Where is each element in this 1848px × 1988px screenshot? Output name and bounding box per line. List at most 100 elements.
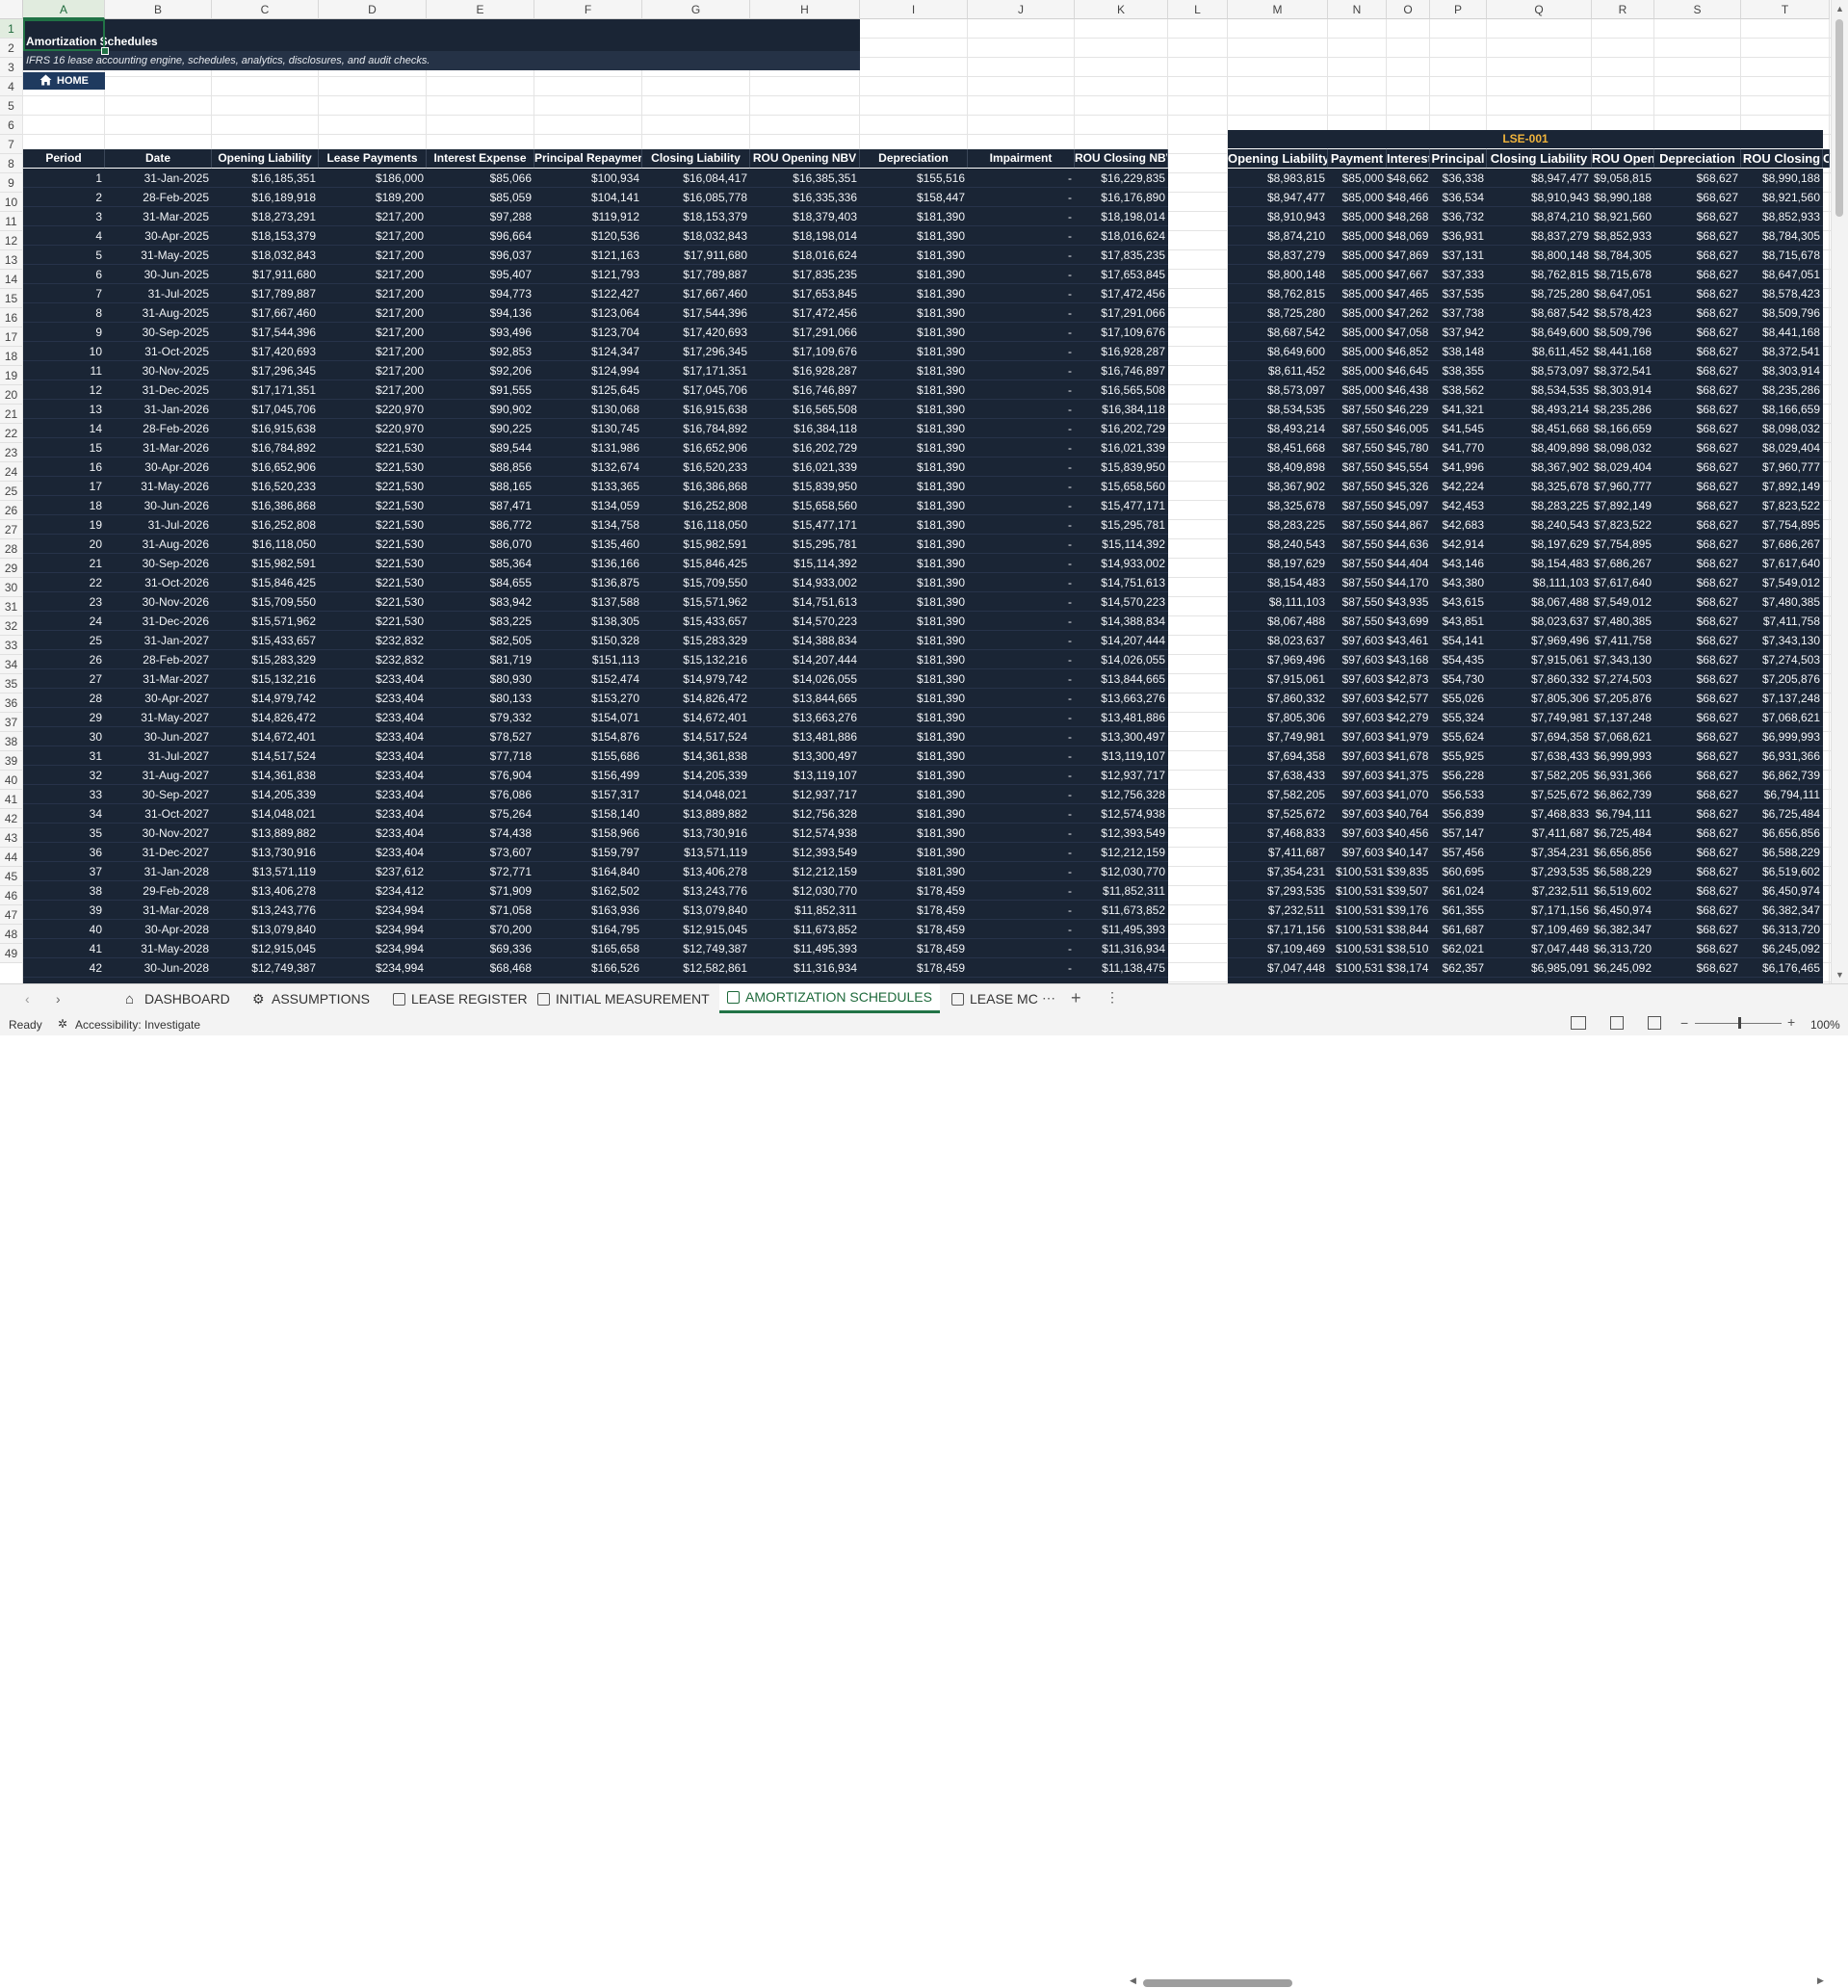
table-cell[interactable]: $12,574,938 (1075, 804, 1168, 824)
table-cell[interactable]: $8,611,452 (1487, 342, 1592, 361)
table-cell[interactable]: $13,844,665 (1075, 669, 1168, 689)
table-cell[interactable]: $41,545 (1430, 419, 1487, 438)
table-cell[interactable]: $42,453 (1430, 496, 1487, 515)
table-cell[interactable]: $12,756,328 (750, 804, 860, 824)
table-cell[interactable]: $38,174 (1387, 958, 1430, 978)
table-cell[interactable]: 31-May-2028 (105, 939, 212, 958)
table-cell[interactable]: $8,098,032 (1741, 419, 1823, 438)
row-header[interactable]: 23 (0, 443, 23, 462)
table-cell[interactable]: $8,573,097 (1228, 380, 1328, 400)
table-cell[interactable]: $38,148 (1430, 342, 1487, 361)
table-cell[interactable]: 42 (23, 958, 105, 978)
table-cell[interactable]: $11,852,311 (750, 901, 860, 920)
row-header[interactable]: 39 (0, 751, 23, 771)
table-cell[interactable]: $7,109,469 (1487, 920, 1592, 939)
row-header[interactable]: 40 (0, 771, 23, 790)
table-cell[interactable]: $68,627 (1654, 438, 1741, 458)
table-cell[interactable]: $68,627 (1654, 207, 1741, 226)
table-cell[interactable]: $93,496 (427, 323, 534, 342)
table-cell[interactable]: $8,023,637 (1228, 631, 1328, 650)
table-cell[interactable]: $37,333 (1430, 265, 1487, 284)
table-cell[interactable]: $68,627 (1654, 785, 1741, 804)
table-cell[interactable]: $14,026,055 (750, 669, 860, 689)
table-cell[interactable]: $89,544 (427, 438, 534, 458)
table-cell[interactable]: $181,390 (860, 323, 968, 342)
table-cell[interactable]: $68,627 (1654, 496, 1741, 515)
table-cell[interactable]: $6,931,366 (1741, 746, 1823, 766)
table-cell[interactable]: $181,390 (860, 766, 968, 785)
table-cell[interactable]: $17,911,680 (212, 265, 319, 284)
table-cell[interactable]: $46,229 (1387, 400, 1430, 419)
table-cell[interactable]: 31-Jan-2025 (105, 169, 212, 188)
table-cell[interactable]: $8,240,543 (1228, 535, 1328, 554)
table-cell[interactable]: $14,570,223 (1075, 592, 1168, 612)
table-cell[interactable]: $16,384,118 (1075, 400, 1168, 419)
table-cell[interactable]: $7,638,433 (1487, 746, 1592, 766)
row-header[interactable]: 45 (0, 867, 23, 886)
table-cell[interactable]: $164,795 (534, 920, 642, 939)
row-header[interactable]: 5 (0, 96, 23, 116)
table-cell[interactable]: $181,390 (860, 689, 968, 708)
table-cell[interactable]: $87,550 (1328, 477, 1387, 496)
table-cell[interactable]: $97,603 (1328, 650, 1387, 669)
table-cell[interactable]: $221,530 (319, 535, 427, 554)
table-cell[interactable]: $7,960,777 (1741, 458, 1823, 477)
table-cell[interactable]: - (968, 766, 1075, 785)
table-cell[interactable]: $217,200 (319, 284, 427, 303)
table-cell[interactable]: $14,933,002 (1075, 554, 1168, 573)
table-cell[interactable]: $85,000 (1328, 246, 1387, 265)
table-cell[interactable]: $11,138,475 (1075, 958, 1168, 978)
table-cell[interactable]: 30-Apr-2028 (105, 920, 212, 939)
table-cell[interactable]: 24 (23, 612, 105, 631)
row-header[interactable]: 4 (0, 77, 23, 96)
table-cell[interactable]: $87,550 (1328, 515, 1387, 535)
hscroll-right-icon[interactable]: ▶ (1817, 1975, 1824, 1986)
table-cell[interactable]: 14 (23, 419, 105, 438)
vertical-scroll-thumb[interactable] (1835, 19, 1843, 217)
table-cell[interactable]: - (968, 727, 1075, 746)
table-cell[interactable]: $14,361,838 (642, 746, 750, 766)
table-cell[interactable]: 9 (23, 323, 105, 342)
row-header[interactable]: 32 (0, 616, 23, 636)
table-cell[interactable]: $68,627 (1654, 958, 1741, 978)
table-cell[interactable]: - (968, 939, 1075, 958)
table-cell[interactable]: $14,517,524 (212, 746, 319, 766)
table-cell[interactable]: $181,390 (860, 708, 968, 727)
table-cell[interactable]: $43,699 (1387, 612, 1430, 631)
table-cell[interactable]: $8,762,815 (1228, 284, 1328, 303)
table-cell[interactable]: $41,678 (1387, 746, 1430, 766)
table-cell[interactable]: $54,435 (1430, 650, 1487, 669)
table-cell[interactable]: 41 (23, 939, 105, 958)
table-cell[interactable]: $181,390 (860, 824, 968, 843)
table-cell[interactable]: $85,000 (1328, 226, 1387, 246)
table-cell[interactable]: $68,627 (1654, 515, 1741, 535)
row-header[interactable]: 19 (0, 366, 23, 385)
table-cell[interactable]: $7,860,332 (1228, 689, 1328, 708)
table-cell[interactable]: $7,274,503 (1741, 650, 1823, 669)
table-cell[interactable]: $37,131 (1430, 246, 1487, 265)
table-cell[interactable]: $220,970 (319, 400, 427, 419)
table-cell[interactable]: 11 (23, 361, 105, 380)
table-cell[interactable]: 10 (23, 342, 105, 361)
table-cell[interactable]: 30-Nov-2026 (105, 592, 212, 612)
scroll-down-icon[interactable]: ▼ (1835, 970, 1844, 980)
table-cell[interactable]: $13,119,107 (750, 766, 860, 785)
table-cell[interactable]: 4 (23, 226, 105, 246)
table-cell[interactable]: $15,658,560 (1075, 477, 1168, 496)
table-cell[interactable]: $11,673,852 (1075, 901, 1168, 920)
table-cell[interactable]: $8,240,543 (1487, 515, 1592, 535)
table-cell[interactable]: $18,153,379 (642, 207, 750, 226)
tab-scroll-left-icon[interactable]: ‹ (25, 991, 30, 1007)
table-cell[interactable]: $124,347 (534, 342, 642, 361)
table-cell[interactable]: $7,915,061 (1487, 650, 1592, 669)
table-cell[interactable]: $87,550 (1328, 612, 1387, 631)
table-cell[interactable]: $152,474 (534, 669, 642, 689)
table-cell[interactable]: $181,390 (860, 265, 968, 284)
row-header[interactable]: 8 (0, 154, 23, 173)
table-cell[interactable]: 31-Aug-2027 (105, 766, 212, 785)
table-cell[interactable]: $7,411,687 (1487, 824, 1592, 843)
table-cell[interactable]: $16,384,118 (750, 419, 860, 438)
table-cell[interactable]: $8,921,560 (1741, 188, 1823, 207)
tab-lease-mc[interactable]: LEASE MC (944, 984, 1046, 1013)
table-cell[interactable]: $71,909 (427, 881, 534, 901)
